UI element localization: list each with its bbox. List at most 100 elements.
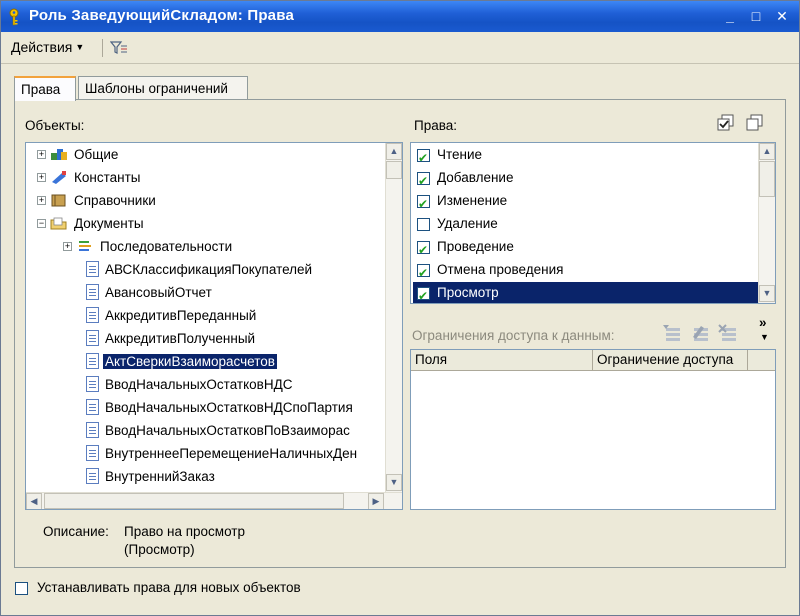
tree-item-label: Документы [74,216,144,231]
tree-item-document[interactable]: ВнутреннееПеремещениеНаличныхДен [86,443,359,465]
objects-tree[interactable]: + Общие + Константы + Справочники − Доку… [25,142,403,510]
right-checkbox[interactable] [417,239,430,261]
right-label: Проведение [437,239,514,254]
right-item-edit[interactable]: Изменение [413,190,758,215]
tree-item-document[interactable]: ВводНачальныхОстатковНДС [86,374,295,396]
more-icon[interactable]: » [759,315,767,330]
expand-icon[interactable]: + [37,150,46,159]
expand-icon[interactable]: + [37,196,46,205]
tree-vertical-scrollbar[interactable]: ▲ ▼ [385,143,402,492]
tab-restriction-templates[interactable]: Шаблоны ограничений [78,76,248,100]
restrictions-header: Поля Ограничение доступа [411,350,775,371]
description-label: Описание: [43,524,109,539]
restrictions-table[interactable]: Поля Ограничение доступа [410,349,776,510]
key-icon [9,8,19,26]
document-icon [86,330,99,346]
tree-horizontal-scrollbar[interactable]: ◀ ▶ [26,492,402,509]
document-icon [86,422,99,438]
tree-item-label: АВСКлассификацияПокупателей [105,262,313,277]
dropdown-arrow-icon[interactable]: ▼ [760,332,769,342]
expand-icon[interactable]: + [63,242,72,251]
scroll-right-icon[interactable]: ▶ [368,493,384,509]
delete-restriction-icon[interactable] [717,323,739,343]
right-item-post[interactable]: Проведение [413,236,758,261]
tree-item-document[interactable]: ВнутреннийЗаказ [86,466,217,488]
right-checkbox[interactable] [417,285,430,303]
minimize-button[interactable]: _ [719,6,741,27]
uncheck-all-icon[interactable] [745,114,765,132]
right-label: Добавление [437,170,514,185]
tree-item-label: АккредитивПереданный [105,308,257,323]
right-item-unpost[interactable]: Отмена проведения [413,259,758,284]
tree-item-label: ВводНачальныхОстатковНДС [105,377,293,392]
scroll-thumb[interactable] [386,161,402,179]
document-icon [86,261,99,277]
tree-item-label: АккредитивПолученный [105,331,256,346]
new-objects-checkbox[interactable] [15,582,28,595]
actions-label: Действия [11,39,73,55]
right-item-add[interactable]: Добавление [413,167,758,192]
collapse-icon[interactable]: − [37,219,46,228]
restrictions-label: Ограничения доступа к данным: [412,328,615,343]
edit-restriction-icon[interactable] [689,323,711,343]
scroll-up-icon[interactable]: ▲ [386,143,402,160]
right-label: Отмена проведения [437,262,564,277]
scroll-thumb[interactable] [44,493,344,509]
tree-item-document[interactable]: АВСКлассификацияПокупателей [86,259,314,281]
right-checkbox[interactable] [417,170,430,192]
title-bar: Роль ЗаведующийСкладом: Права _ □ ✕ [1,1,799,32]
right-label: Чтение [437,147,483,162]
tree-item-document[interactable]: АккредитивПолученный [86,328,257,350]
new-objects-label[interactable]: Устанавливать права для новых объектов [37,580,301,595]
rights-label: Права: [414,118,457,133]
maximize-button[interactable]: □ [745,6,767,27]
tree-item-document-selected[interactable]: АктСверкиВзаиморасчетов [86,351,278,373]
tree-item-label: Общие [74,147,119,162]
tree-item-label: ВводНачальныхОстатковПоВзаиморас [105,423,350,438]
right-item-read[interactable]: Чтение [413,144,758,169]
column-header-restriction[interactable]: Ограничение доступа [593,350,748,371]
scroll-down-icon[interactable]: ▼ [386,474,402,491]
tree-item-document[interactable]: АвансовыйОтчет [86,282,214,304]
tree-item-document[interactable]: АккредитивПереданный [86,305,258,327]
right-checkbox[interactable] [417,147,430,169]
tree-item-label: ВнутреннийЗаказ [105,469,215,484]
tab-rights[interactable]: Права [14,76,76,101]
common-icon [51,149,67,160]
rights-window: Роль ЗаведующийСкладом: Права _ □ ✕ Дейс… [0,0,800,616]
tree-item-label: Справочники [74,193,156,208]
scroll-down-icon[interactable]: ▼ [759,285,775,302]
right-checkbox[interactable] [417,193,430,215]
sequences-icon [79,241,91,251]
tree-item-document[interactable]: ВводНачальныхОстатковПоВзаиморас [86,420,352,442]
tree-item-label: АктСверкиВзаиморасчетов [102,353,278,370]
add-restriction-icon[interactable] [661,323,683,343]
document-icon [86,353,99,369]
tree-item-label: ВнутреннееПеремещениеНаличныхДен [105,446,358,461]
document-icon [86,468,99,484]
column-header-fields[interactable]: Поля [411,350,593,371]
scroll-left-icon[interactable]: ◀ [26,493,42,509]
tree-item-document[interactable]: ВводНачальныхОстатковНДСпоПартия [86,397,355,419]
rights-vertical-scrollbar[interactable]: ▲ ▼ [758,143,775,303]
toolbar: Действия ▼ [1,32,799,64]
right-item-delete[interactable]: Удаление [413,213,758,235]
close-button[interactable]: ✕ [771,6,793,27]
right-checkbox[interactable] [417,218,430,231]
catalogs-icon [51,194,66,207]
tree-item-label: АвансовыйОтчет [105,285,212,300]
description-text-line1: Право на просмотр [124,524,245,539]
filter-icon[interactable] [110,40,128,56]
scroll-thumb[interactable] [759,161,775,197]
actions-menu-button[interactable]: Действия ▼ [11,39,84,55]
expand-icon[interactable]: + [37,173,46,182]
right-checkbox[interactable] [417,262,430,284]
right-label: Удаление [437,216,498,231]
document-icon [86,445,99,461]
scroll-up-icon[interactable]: ▲ [759,143,775,160]
document-icon [86,376,99,392]
check-all-icon[interactable] [716,114,736,132]
right-item-view-selected[interactable]: Просмотр [413,282,758,303]
toolbar-separator [102,39,103,57]
rights-list[interactable]: Чтение Добавление Изменение Удаление Про… [410,142,776,304]
